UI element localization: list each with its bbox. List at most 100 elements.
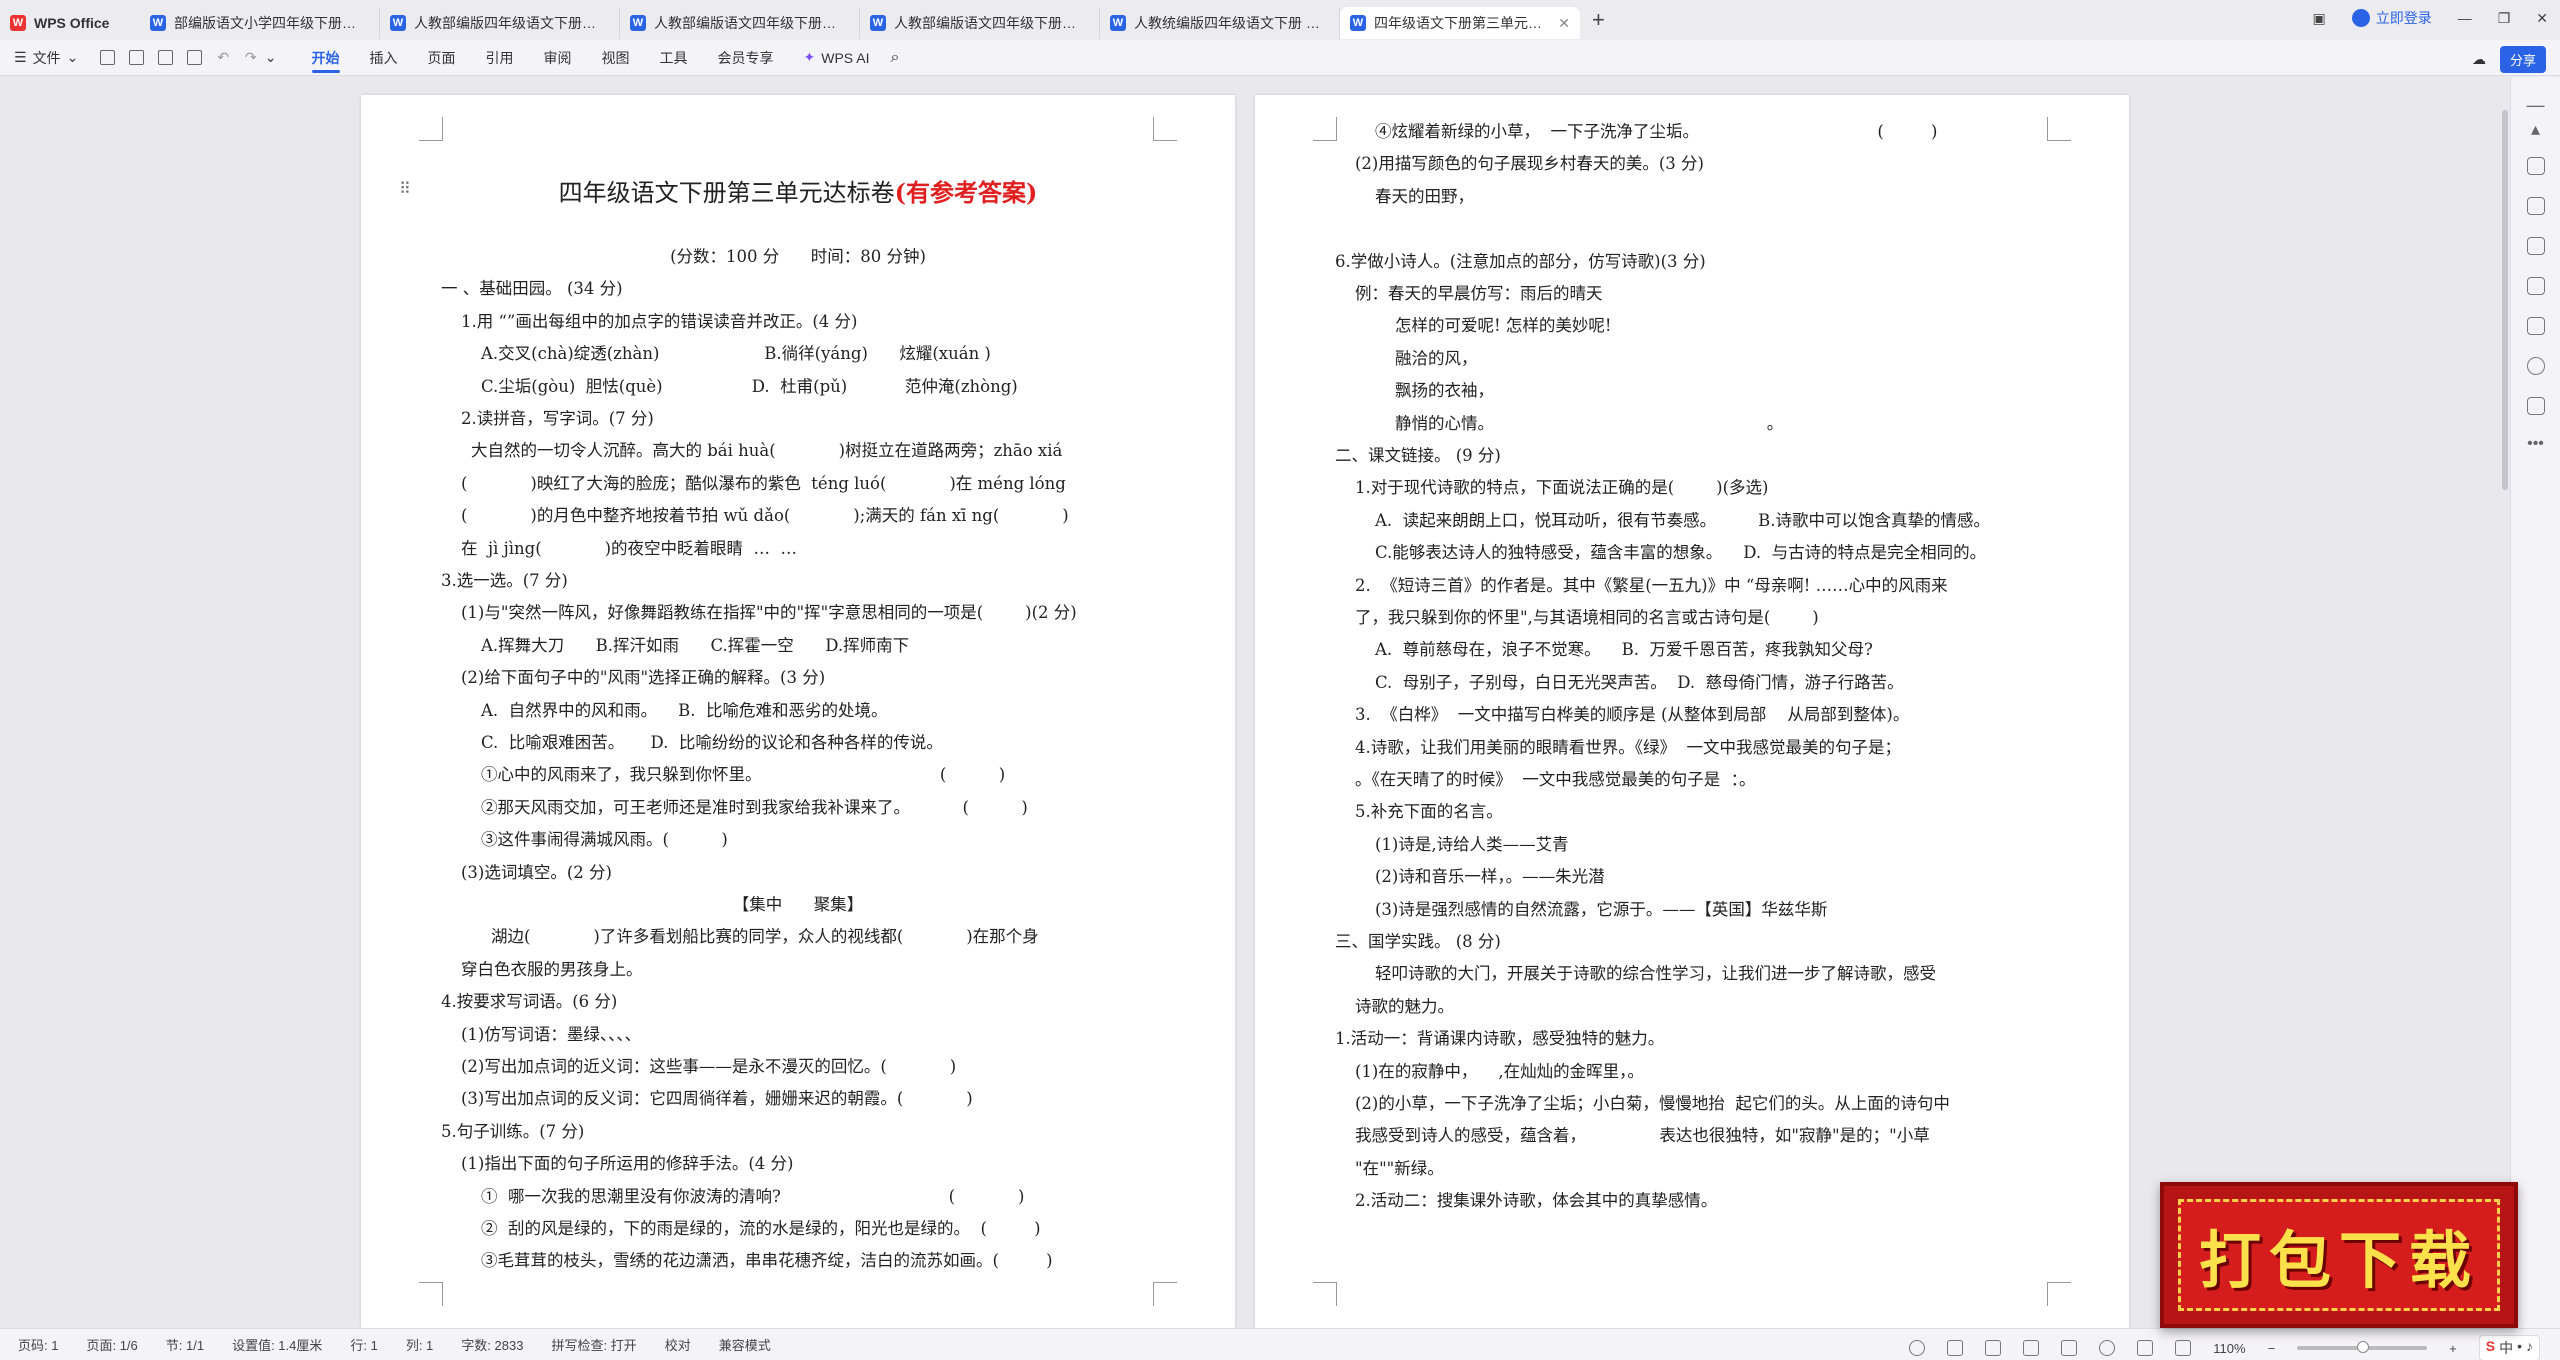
document-line: (1)指出下面的句子所运用的修辞手法。(4 分)	[461, 1154, 794, 1174]
eye-protection-icon[interactable]	[1909, 1340, 1926, 1356]
document-line: ① 哪一次我的思潮里没有你波涛的清响? ( )	[481, 1186, 1025, 1206]
adjust-settings-icon[interactable]	[2526, 237, 2545, 255]
document-line: C. 比喻艰难困苦。 D. 比喻纷纷的议论和各种各样的传说。	[481, 733, 943, 752]
image-tool-icon[interactable]	[2526, 277, 2545, 295]
zoom-slider[interactable]	[2297, 1341, 2428, 1353]
document-line: 。《在天晴了的时候》 一文中我感觉最美的句子是 ：。	[1355, 770, 1756, 789]
document-line: 在 jì jìng( )的夜空中眨着眼睛 … …	[461, 538, 798, 558]
status-bar: 页码: 1 页面: 1/6 节: 1/1 设置值: 1.4厘米 行: 1 列: …	[0, 1328, 2560, 1360]
status-section[interactable]: 节: 1/1	[166, 1335, 204, 1354]
document-line: C.尘垢(gòu) 胆怯(què) D. 杜甫(pǔ) 范仲淹(zhòng)	[481, 376, 1018, 396]
ribbon-tab-tools[interactable]: 工具	[645, 40, 703, 76]
page-view-icon[interactable]	[1947, 1340, 1964, 1356]
annotation-icon[interactable]	[2137, 1340, 2154, 1356]
chevron-down-icon: ⌄	[66, 49, 79, 65]
save-icon[interactable]	[100, 50, 116, 65]
scrollbar-thumb[interactable]	[2502, 110, 2508, 490]
share-button[interactable]: 分享	[2499, 46, 2546, 73]
document-line: A.挥舞大刀 B.挥汗如雨 C.挥霍一空 D.挥师南下	[481, 635, 910, 655]
redo-icon[interactable]: ↷	[245, 49, 257, 66]
login-label: 立即登录	[2375, 10, 2432, 26]
undo-icon[interactable]: ↶	[217, 49, 229, 66]
tab-label: 人教部编版四年级语文下册重点学校...	[414, 15, 609, 31]
document-line: 1.对于现代诗歌的特点，下面说法正确的是( )(多选)	[1355, 478, 1769, 498]
document-line: (3)诗是强烈感情的自然流露，它源于。——【英国】华兹华斯	[1375, 899, 1828, 919]
chevron-down-icon[interactable]: ⌄	[265, 49, 277, 66]
document-line: ②那天风雨交加，可王老师还是准时到我家给我补课来了。 ( )	[481, 797, 1028, 817]
ribbon-tab-home[interactable]: 开始	[297, 40, 355, 76]
minimize-icon[interactable]: —	[2458, 10, 2472, 26]
document-line: (2)诗和音乐一样，。——朱光潜	[1375, 867, 1605, 887]
restore-icon[interactable]: ❐	[2498, 10, 2511, 27]
document-page-1[interactable]: ⠿ 四年级语文下册第三单元达标卷(有参考答案) (分数：100 分 时间：80 …	[361, 95, 1235, 1328]
scroll-up-icon[interactable]: ▴	[2511, 119, 2560, 140]
status-proofread[interactable]: 校对	[665, 1335, 691, 1354]
ribbon-tab-insert[interactable]: 插入	[355, 40, 413, 76]
ribbon-tab-review[interactable]: 审阅	[529, 40, 587, 76]
tab-document[interactable]: W 人教统编版四年级语文下册 第3单元...	[1100, 7, 1340, 39]
document-line: 飘扬的衣袖，	[1395, 381, 1494, 401]
ribbon-tab-references[interactable]: 引用	[471, 40, 529, 76]
print-icon[interactable]	[158, 50, 174, 65]
close-tab-icon[interactable]: ✕	[1558, 15, 1570, 32]
vertical-scrollbar[interactable]	[2500, 80, 2510, 1325]
document-line: 1.用 “”画出每组中的加点字的错误读音并改正。(4 分)	[461, 311, 858, 331]
status-row[interactable]: 行: 1	[350, 1335, 377, 1354]
ribbon-tab-view[interactable]: 视图	[587, 40, 645, 76]
input-method-toolbar[interactable]: S 中 • ♪	[2478, 1335, 2540, 1360]
tab-wps-office[interactable]: W WPS Office	[0, 7, 140, 39]
ribbon-tab-page[interactable]: 页面	[413, 40, 471, 76]
tab-document[interactable]: W 人教部编版四年级语文下册重点学校...	[380, 7, 620, 39]
zoom-slider-knob[interactable]	[2357, 1341, 2370, 1353]
ime-mic-icon: ♪	[2526, 1338, 2533, 1354]
document-line: 春天的田野，	[1375, 186, 1474, 206]
web-view-icon[interactable]	[2099, 1340, 2116, 1356]
window-layout-icon[interactable]: ▣	[2312, 10, 2325, 27]
document-line: 2.活动二：搜集课外诗歌，体会其中的真挚感情。	[1355, 1191, 1718, 1211]
close-window-icon[interactable]: ✕	[2536, 10, 2548, 27]
collapse-icon[interactable]: —	[2511, 95, 2560, 116]
status-setting-value[interactable]: 设置值: 1.4厘米	[232, 1335, 322, 1354]
backup-icon[interactable]	[2526, 397, 2545, 415]
status-spell-check[interactable]: 拼写检查: 打开	[551, 1335, 636, 1354]
document-line: ③这件事闹得满城风雨。( )	[481, 830, 728, 850]
zoom-in-icon[interactable]: +	[2449, 1341, 2457, 1356]
document-line: (3)写出加点词的反义词：它四周徜徉着，姗姗来迟的朝霞。( )	[461, 1089, 973, 1109]
play-icon[interactable]	[2061, 1340, 2078, 1356]
status-word-count[interactable]: 字数: 2833	[461, 1335, 523, 1354]
document-page-2[interactable]: ④炫耀着新绿的小草， 一下子洗净了尘垢。 ( ) (2)用描写颜色的句子展现乡村春…	[1255, 95, 2129, 1328]
page-corner-mark	[2047, 117, 2071, 141]
document-workspace[interactable]: ⠿ 四年级语文下册第三单元达标卷(有参考答案) (分数：100 分 时间：80 …	[0, 77, 2510, 1328]
fit-page-icon[interactable]	[2175, 1340, 2192, 1356]
print-preview-icon[interactable]	[187, 50, 203, 65]
edit-pen-icon[interactable]	[2526, 157, 2545, 175]
login-button[interactable]: 立即登录	[2351, 8, 2432, 28]
export-pdf-icon[interactable]	[129, 50, 145, 65]
ribbon-tab-membership[interactable]: 会员专享	[703, 40, 789, 76]
search-icon[interactable]: ⌕	[890, 49, 899, 67]
help-icon[interactable]	[2526, 357, 2545, 375]
file-menu-button[interactable]: ☰ 文件 ⌄	[0, 40, 93, 76]
reading-view-icon[interactable]	[2023, 1340, 2040, 1356]
status-column[interactable]: 列: 1	[406, 1335, 433, 1354]
new-tab-button[interactable]: +	[1592, 7, 1605, 33]
document-line: A. 自然界中的风和雨。 B. 比喻危难和恶劣的处境。	[481, 700, 888, 720]
ime-punct-icon: •	[2517, 1338, 2522, 1354]
status-page-number[interactable]: 页码: 1	[18, 1335, 58, 1354]
wps-ai-button[interactable]: ✦ WPS AI	[789, 40, 885, 76]
tab-document[interactable]: W 人教部编版语文四年级下册第三单元...	[860, 7, 1100, 39]
tab-document[interactable]: W 部编版语文小学四年级下册第三单元...	[140, 7, 380, 39]
tab-document-active[interactable]: W 四年级语文下册第三单元达标... ✕	[1340, 7, 1580, 39]
cloud-sync-icon[interactable]: ☁	[2472, 51, 2486, 68]
document-line: (2)的小草，一下子洗净了尘垢；小白菊，慢慢地抬 起它们的头。从上面的诗句中	[1355, 1094, 1950, 1113]
zoom-level[interactable]: 110%	[2213, 1341, 2245, 1356]
outline-view-icon[interactable]	[1985, 1340, 2002, 1356]
tab-document[interactable]: W 人教部编版语文四年级下册第三单元...	[620, 7, 860, 39]
tools-icon[interactable]	[2526, 317, 2545, 335]
download-package-badge[interactable]: 打包下载	[2160, 1182, 2518, 1328]
select-cursor-icon[interactable]	[2526, 197, 2545, 215]
document-line: 1.活动一：背诵课内诗歌，感受独特的魅力。	[1335, 1029, 1665, 1049]
status-page-of[interactable]: 页面: 1/6	[86, 1335, 137, 1354]
more-icon[interactable]: •••	[2511, 435, 2560, 453]
zoom-out-icon[interactable]: −	[2268, 1341, 2276, 1356]
